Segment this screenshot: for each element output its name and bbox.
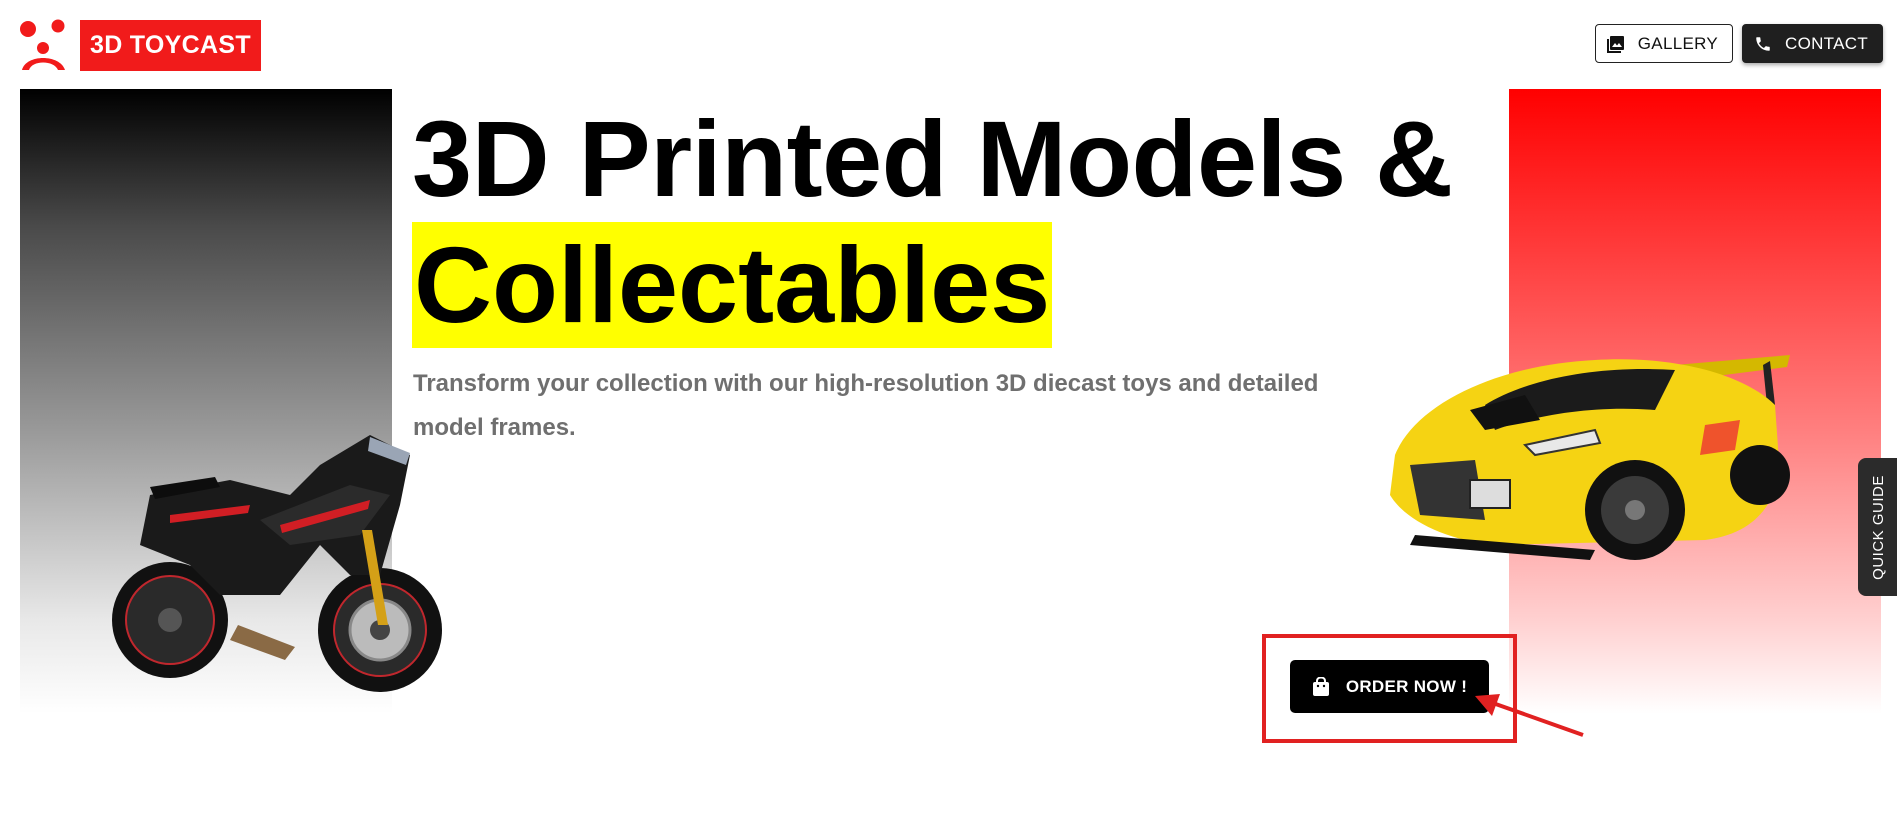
gallery-label: GALLERY [1637, 33, 1718, 53]
order-now-button[interactable]: ORDER NOW ! [1290, 660, 1489, 713]
quick-guide-tab[interactable]: QUICK GUIDE [1858, 458, 1897, 596]
hero-title-line-2-highlighted: Collectables [412, 222, 1053, 348]
order-now-label: ORDER NOW ! [1345, 676, 1468, 696]
hero-title-line-1: 3D Printed Models & [412, 98, 1453, 219]
motorcycle-image [110, 425, 450, 705]
sports-car-image [1375, 335, 1805, 585]
hero-subtitle: Transform your collection with our high-… [413, 370, 1319, 441]
gallery-button[interactable]: GALLERY [1594, 24, 1733, 63]
phone-icon [1753, 34, 1773, 54]
brand-name: 3D TOYCAST [80, 19, 261, 71]
pointer-arrow-icon [1475, 694, 1584, 737]
shopping-bag-icon [1312, 676, 1332, 697]
brand-logo[interactable]: 3D TOYCAST [18, 18, 261, 72]
image-icon [1606, 34, 1626, 54]
top-nav: GALLERY CONTACT [1594, 24, 1883, 63]
contact-button[interactable]: CONTACT [1742, 24, 1883, 63]
logo-mark-icon [18, 18, 72, 72]
contact-label: CONTACT [1785, 33, 1868, 53]
quick-guide-label: QUICK GUIDE [1869, 474, 1887, 580]
